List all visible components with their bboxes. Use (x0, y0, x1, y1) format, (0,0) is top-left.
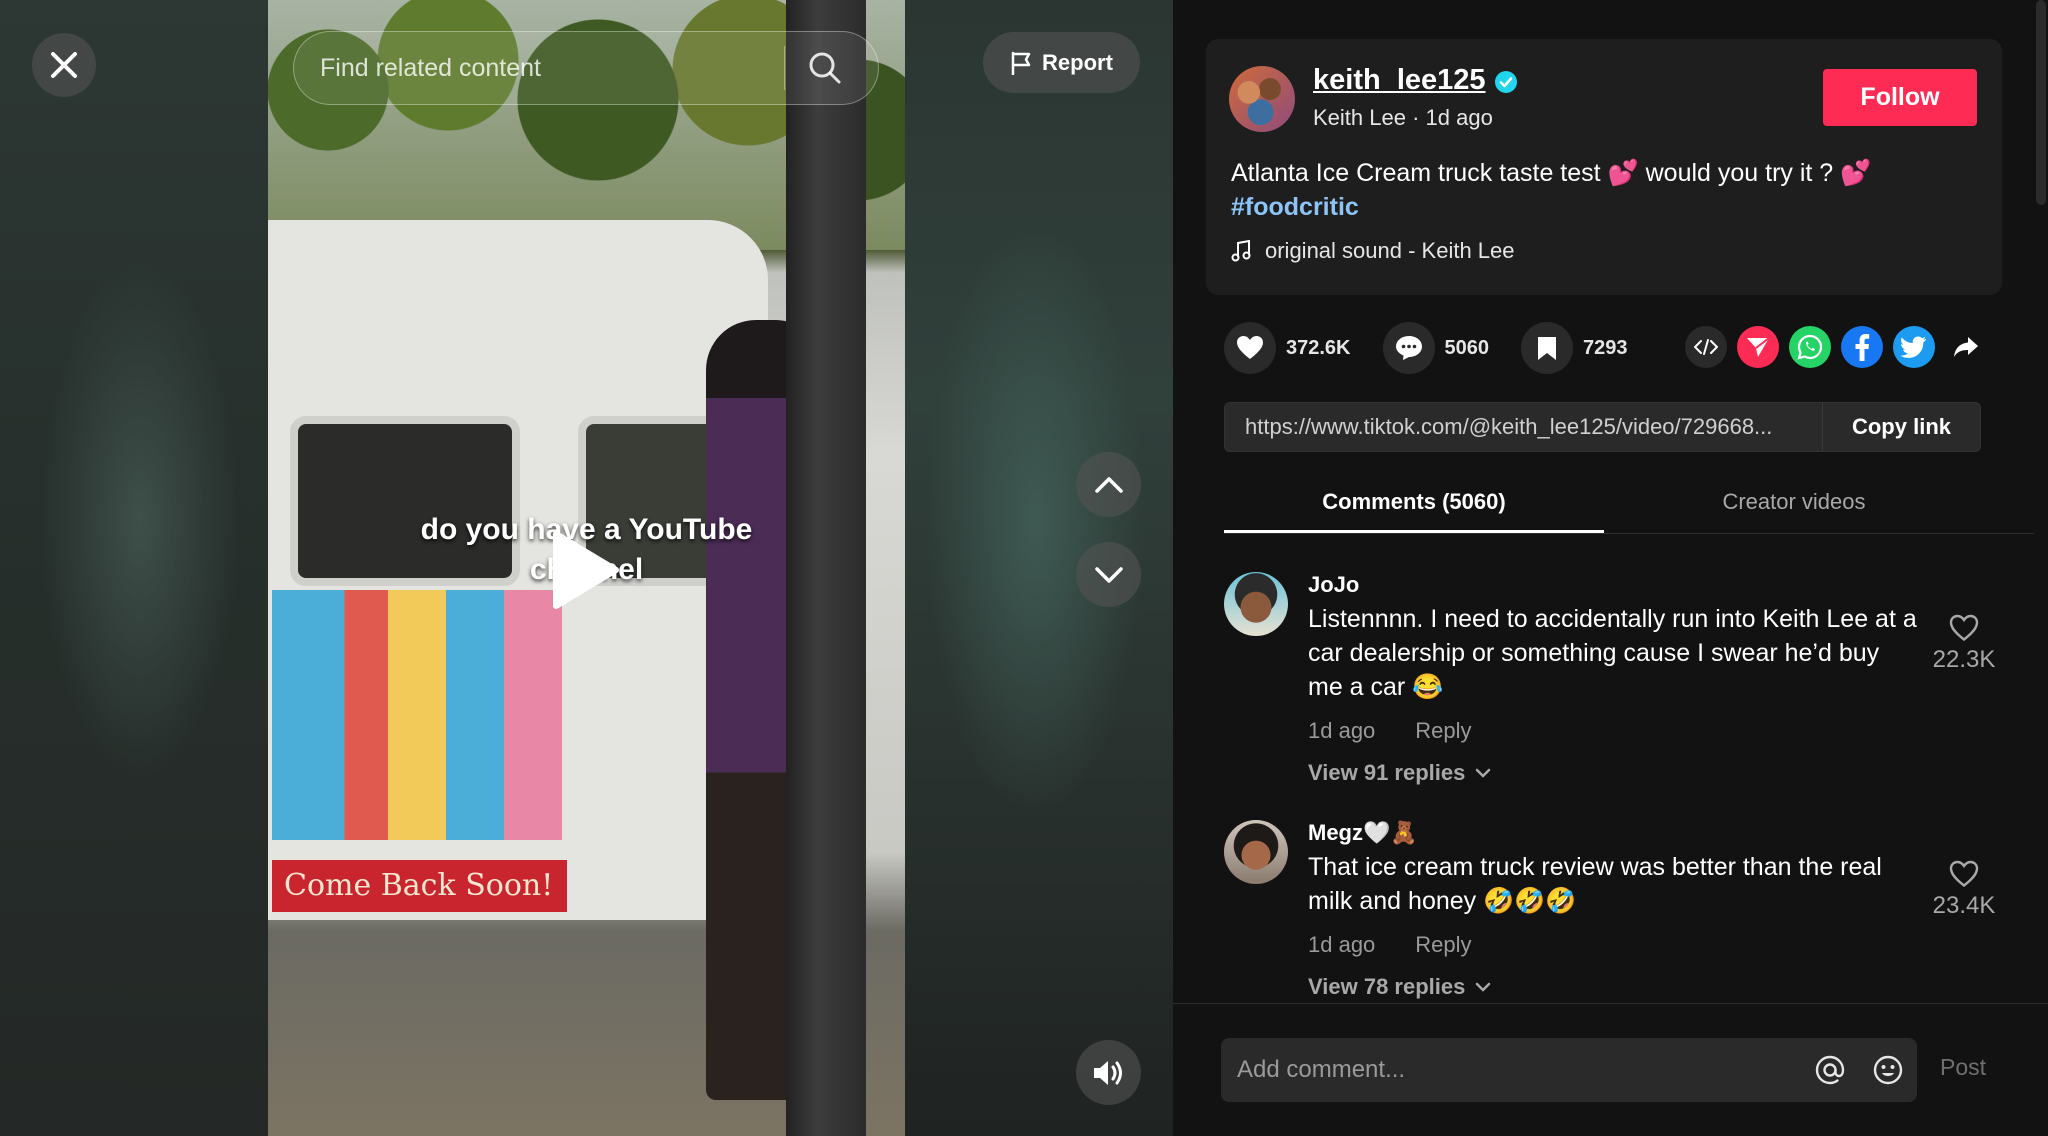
twitter-icon (1901, 336, 1926, 358)
subline-separator: · (1405, 105, 1426, 130)
search-icon (809, 52, 841, 84)
avatar[interactable] (1229, 66, 1295, 132)
emoji-smile-icon (1873, 1055, 1903, 1085)
tab-comments[interactable]: Comments (5060) (1224, 478, 1604, 533)
play-icon[interactable] (550, 530, 620, 610)
comment-stat: 5060 (1382, 322, 1490, 374)
comment-bubble-icon (1395, 336, 1422, 360)
chevron-down-icon (1476, 982, 1491, 992)
like-count: 372.6K (1286, 336, 1351, 359)
comment-item: JoJo Listennnn. I need to accidentally r… (1224, 572, 2024, 792)
volume-button[interactable] (1076, 1040, 1141, 1105)
previous-video-button[interactable] (1076, 452, 1141, 517)
music-note-icon (1231, 240, 1251, 262)
comment-item: Megz🤍🧸 That ice cream truck review was b… (1224, 820, 2024, 1010)
chevron-down-icon (1094, 566, 1123, 583)
search-bar (293, 31, 879, 105)
search-button[interactable] (785, 31, 865, 105)
sound-link[interactable]: original sound - Keith Lee (1231, 238, 1515, 264)
sound-name: original sound - Keith Lee (1265, 238, 1515, 263)
comment-input[interactable] (1221, 1056, 1801, 1084)
flag-icon (1011, 51, 1031, 75)
heart-icon (1237, 336, 1263, 359)
report-label: Report (1042, 49, 1113, 75)
reply-button[interactable]: Reply (1415, 932, 1471, 958)
chevron-up-icon (1094, 476, 1123, 493)
truck-decals (272, 590, 562, 840)
next-video-button[interactable] (1076, 542, 1141, 607)
like-button[interactable] (1224, 322, 1276, 374)
whatsapp-icon (1797, 334, 1823, 360)
copy-link-button[interactable]: Copy link (1822, 403, 1980, 451)
description-text: Atlanta Ice Cream truck taste test 💕 wou… (1231, 159, 1872, 187)
comment-author[interactable]: JoJo (1308, 572, 1359, 598)
comment-count: 5060 (1444, 336, 1490, 359)
whatsapp-share-button[interactable] (1789, 326, 1831, 368)
heart-outline-icon (1949, 614, 1979, 642)
search-input[interactable] (294, 53, 784, 83)
close-icon (51, 52, 77, 78)
view-replies-button[interactable]: View 78 replies (1308, 974, 1491, 1000)
embed-icon (1694, 339, 1718, 355)
facebook-share-button[interactable] (1841, 326, 1883, 368)
comment-time: 1d ago (1308, 718, 1376, 743)
comment-text: That ice cream truck review was better t… (1308, 853, 1882, 915)
at-mention-icon (1815, 1055, 1845, 1085)
twitter-share-button[interactable] (1893, 326, 1935, 368)
post-time: 1d ago (1425, 105, 1493, 130)
view-replies-label: View 78 replies (1308, 974, 1466, 999)
view-replies-button[interactable]: View 91 replies (1308, 760, 1491, 786)
panel-tabs: Comments (5060) Creator videos (1224, 478, 2034, 534)
reply-button[interactable]: Reply (1415, 718, 1471, 744)
send-to-friends-button[interactable] (1737, 326, 1779, 368)
heart-outline-icon (1949, 860, 1979, 888)
comment-author[interactable]: Megz🤍🧸 (1308, 820, 1418, 846)
author-display-name: Keith Lee (1313, 105, 1406, 130)
comment-like[interactable]: 23.4K (1924, 860, 2004, 920)
save-button[interactable] (1521, 322, 1573, 374)
bookmark-icon (1538, 337, 1556, 360)
hashtag-link[interactable]: #foodcritic (1231, 193, 1359, 221)
comment-like-count: 23.4K (1932, 892, 1996, 919)
share-options (1685, 326, 1987, 368)
author-subline: Keith Lee · 1d ago (1313, 105, 1493, 131)
comment-time: 1d ago (1308, 932, 1376, 957)
follow-button[interactable]: Follow (1823, 69, 1977, 126)
volume-icon (1093, 1060, 1122, 1085)
mention-button[interactable] (1801, 1038, 1859, 1102)
panel-scrollbar[interactable] (2036, 0, 2046, 205)
comment-text: Listennnn. I need to accidentally run in… (1308, 605, 1917, 701)
tiktok-send-icon (1747, 337, 1770, 357)
tab-creator-videos[interactable]: Creator videos (1604, 478, 1984, 533)
comment-like[interactable]: 22.3K (1924, 614, 2004, 674)
like-stat: 372.6K (1224, 322, 1351, 374)
comment-composer (1221, 1038, 1917, 1102)
comment-avatar[interactable] (1224, 572, 1288, 636)
facebook-icon (1855, 334, 1870, 361)
embed-button[interactable] (1685, 326, 1727, 368)
post-comment-button[interactable]: Post (1940, 1054, 1986, 1081)
save-count: 7293 (1583, 336, 1628, 359)
save-stat: 7293 (1521, 322, 1628, 374)
author-username[interactable]: keith_lee125 (1313, 64, 1486, 97)
engagement-stats: 372.6K 5060 7293 (1224, 322, 1660, 374)
video-link-box: https://www.tiktok.com/@keith_lee125/vid… (1224, 402, 1981, 452)
post-description: Atlanta Ice Cream truck taste test 💕 wou… (1231, 156, 1971, 224)
verified-badge-icon (1495, 71, 1517, 93)
view-replies-label: View 91 replies (1308, 760, 1466, 785)
chevron-down-icon (1476, 768, 1491, 778)
comment-like-count: 22.3K (1932, 646, 1996, 673)
truck-banner-text: Come Back Soon! (272, 860, 567, 912)
comment-meta: 1d ago Reply (1308, 718, 1472, 744)
blurred-background-left (0, 0, 268, 1136)
share-arrow-icon (1954, 337, 1978, 357)
emoji-button[interactable] (1859, 1038, 1917, 1102)
close-button[interactable] (32, 33, 96, 97)
comment-button[interactable] (1382, 322, 1435, 374)
comment-avatar[interactable] (1224, 820, 1288, 884)
video-link-url[interactable]: https://www.tiktok.com/@keith_lee125/vid… (1225, 414, 1822, 440)
comment-meta: 1d ago Reply (1308, 932, 1472, 958)
more-share-button[interactable] (1945, 326, 1987, 368)
report-button[interactable]: Report (983, 32, 1140, 93)
